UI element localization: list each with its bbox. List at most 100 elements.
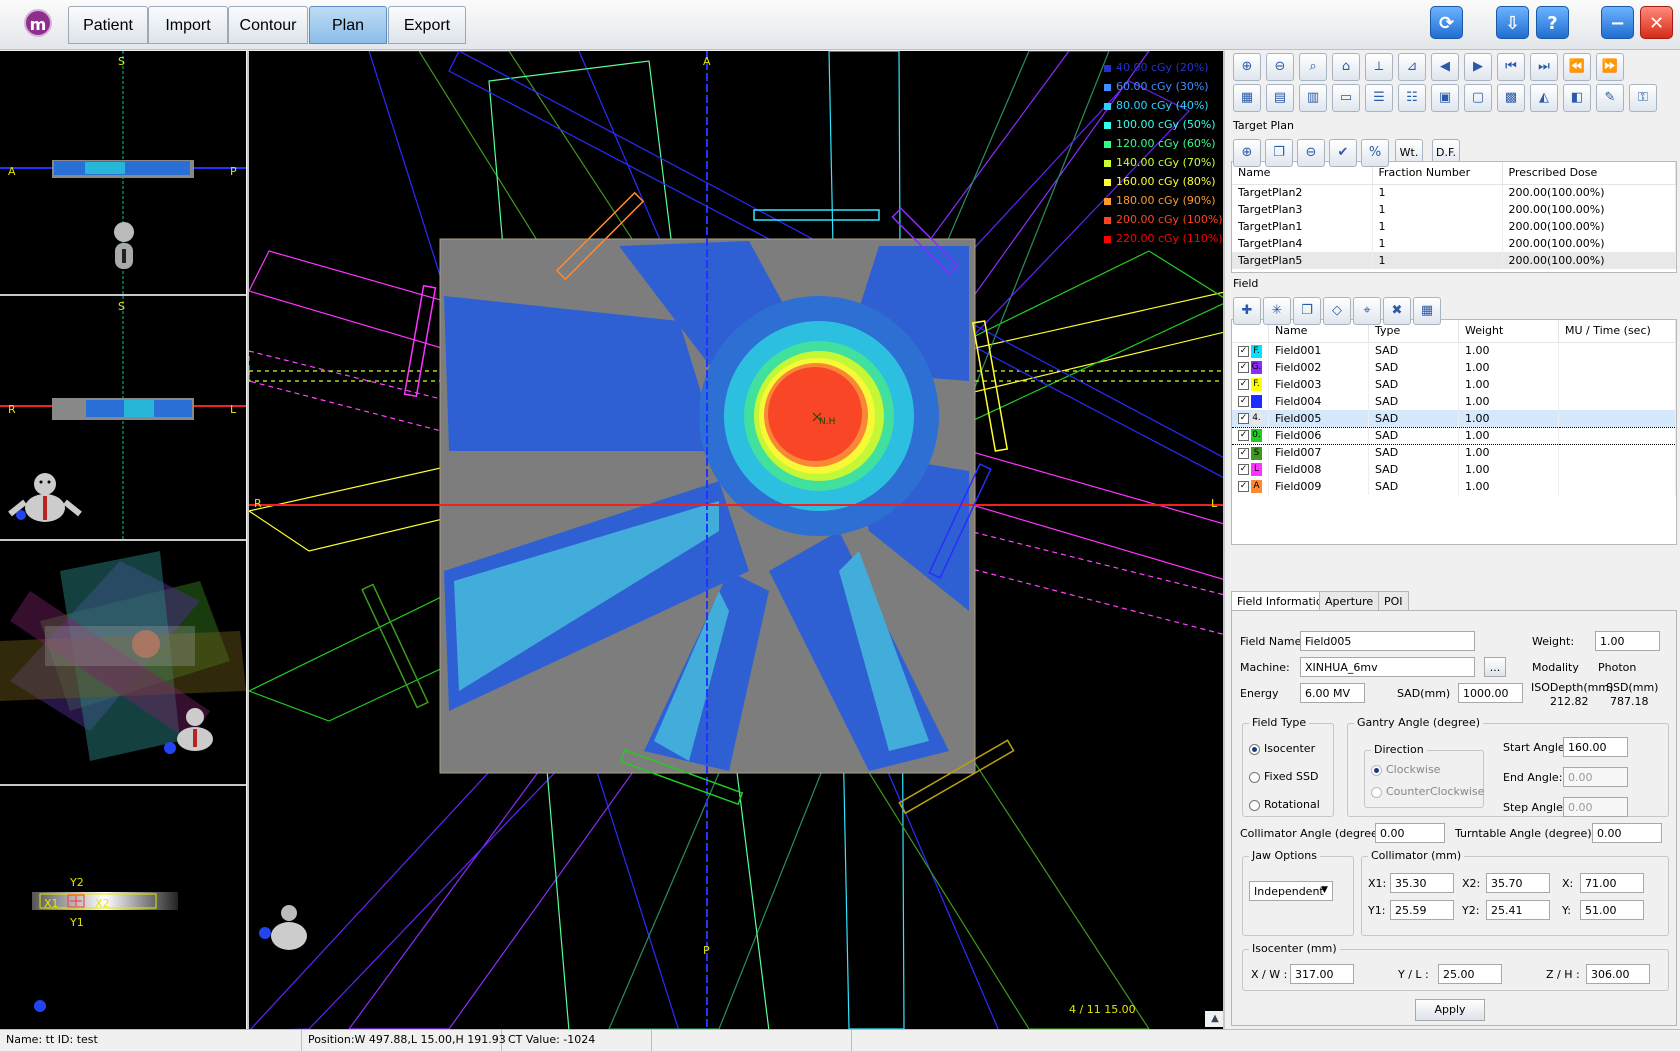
field-row[interactable]: ✓ L Field008 SAD 1.00 (1232, 461, 1676, 478)
table3-icon[interactable]: ▥ (1299, 84, 1327, 112)
machine-browse-button[interactable]: ... (1484, 657, 1506, 677)
start-angle-input[interactable]: 160.00 (1563, 737, 1628, 757)
y2-input[interactable]: 25.41 (1486, 900, 1550, 920)
drr-icon[interactable]: ▭ (1332, 84, 1360, 112)
direction-counterclockwise[interactable]: CounterClockwise (1371, 785, 1484, 798)
prev-icon[interactable]: ◀ (1431, 53, 1459, 81)
col-fraction[interactable]: Fraction Number (1372, 162, 1503, 185)
help-icon[interactable]: ? (1536, 6, 1569, 39)
field-row[interactable]: ✓ G. Field002 SAD 1.00 (1232, 359, 1676, 376)
table-row[interactable]: TargetPlan4 1 200.00(100.00%) (1232, 235, 1676, 252)
save-icon[interactable]: ▣ (1431, 84, 1459, 112)
chevron-down-icon[interactable]: ▼ (1321, 885, 1328, 895)
y1-input[interactable]: 25.59 (1390, 900, 1454, 920)
close-icon[interactable]: ✕ (1640, 6, 1673, 39)
col-mu-time[interactable]: MU / Time (sec) (1558, 320, 1676, 343)
last-icon[interactable]: ⏭ (1530, 53, 1558, 81)
field-checkbox[interactable]: ✓ (1238, 362, 1249, 374)
zh-input[interactable]: 306.00 (1586, 964, 1650, 984)
minimize-icon[interactable]: − (1601, 6, 1634, 39)
report-icon[interactable]: ☰ (1365, 84, 1393, 112)
forward-icon[interactable]: ⏩ (1596, 53, 1624, 81)
next-icon[interactable]: ▶ (1464, 53, 1492, 81)
report2-icon[interactable]: ☷ (1398, 84, 1426, 112)
chart-icon[interactable]: ⊿ (1398, 53, 1426, 81)
turntable-angle-input[interactable]: 0.00 (1592, 823, 1662, 843)
grid-icon[interactable]: ▩ (1497, 84, 1525, 112)
beams-eye-view[interactable]: Y2 Y1 X1 X2 (0, 786, 246, 1029)
field-checkbox[interactable]: ✓ (1238, 396, 1249, 408)
radio-counterclockwise[interactable] (1371, 786, 1382, 798)
sagittal-view[interactable]: S A P (0, 51, 246, 296)
field-row[interactable]: ✓ 0. Field006 SAD 1.00 (1232, 426, 1676, 445)
tab-contour[interactable]: Contour (228, 6, 308, 44)
field-shape-icon[interactable]: ⌖ (1353, 297, 1381, 325)
check-plan-icon[interactable]: ✔ (1329, 139, 1357, 167)
tab-plan[interactable]: Plan (309, 6, 387, 44)
field-type-fixed-ssd[interactable]: Fixed SSD (1249, 770, 1318, 783)
step-angle-input[interactable]: 0.00 (1563, 797, 1628, 817)
field-checkbox[interactable]: ✓ (1238, 430, 1249, 442)
add-plan-icon[interactable]: ⊕ (1233, 139, 1261, 167)
field-type-isocenter[interactable]: Isocenter (1249, 742, 1315, 755)
zoom-in-icon[interactable]: ⊕ (1233, 53, 1261, 81)
field-checkbox[interactable]: ✓ (1238, 464, 1249, 476)
field-checkbox[interactable]: ✓ (1238, 481, 1249, 493)
copy-plan-icon[interactable]: ❐ (1265, 139, 1293, 167)
xw-input[interactable]: 317.00 (1290, 964, 1354, 984)
radio-clockwise[interactable] (1371, 764, 1382, 776)
y-input[interactable]: 51.00 (1580, 900, 1644, 920)
weight-input[interactable]: 1.00 (1595, 631, 1660, 651)
3d-view[interactable] (0, 541, 246, 786)
field-checkbox[interactable]: ✓ (1238, 413, 1249, 424)
tab-export[interactable]: Export (388, 6, 466, 44)
field-checkbox[interactable]: ✓ (1238, 447, 1249, 459)
refresh-icon[interactable]: ⟳ (1430, 6, 1463, 39)
x1-input[interactable]: 35.30 (1390, 873, 1454, 893)
copy-field-icon[interactable]: ❐ (1293, 297, 1321, 325)
field-row[interactable]: ✓ S Field007 SAD 1.00 (1232, 444, 1676, 461)
tab-aperture[interactable]: Aperture (1319, 591, 1380, 611)
first-icon[interactable]: ⏮ (1497, 53, 1525, 81)
delete-field-icon[interactable]: ✖ (1383, 297, 1411, 325)
add-field-icon[interactable]: ✚ (1233, 297, 1261, 325)
zoom-out-icon[interactable]: ⊖ (1266, 53, 1294, 81)
energy-input[interactable]: 6.00 MV (1300, 683, 1365, 703)
arc-icon[interactable]: ◇ (1323, 297, 1351, 325)
sad-input[interactable]: 1000.00 (1458, 683, 1523, 703)
rewind-icon[interactable]: ⏪ (1563, 53, 1591, 81)
dvh-icon[interactable]: ◭ (1530, 84, 1558, 112)
coronal-view[interactable]: S R L (0, 296, 246, 541)
field-row[interactable]: ✓ Field004 SAD 1.00 (1232, 393, 1676, 410)
field-type-rotational[interactable]: Rotational (1249, 798, 1320, 811)
axial-dose-view[interactable]: A P R L N.H 4 / 11 15.00 40.00 cGy (20%)… (247, 51, 1225, 1029)
machine-input[interactable]: XINHUA_6mv (1300, 657, 1475, 677)
dose-scale-icon[interactable]: % (1361, 139, 1389, 167)
beam-star-icon[interactable]: ✳ (1263, 297, 1291, 325)
tab-import[interactable]: Import (148, 6, 228, 44)
home-view-icon[interactable]: ⌂ (1332, 53, 1360, 81)
radio-fixed-ssd[interactable] (1249, 771, 1260, 783)
table-row[interactable]: TargetPlan5 1 200.00(100.00%) (1232, 252, 1676, 269)
field-checkbox[interactable]: ✓ (1238, 379, 1249, 391)
delete-plan-icon[interactable]: ⊖ (1297, 139, 1325, 167)
measure-icon[interactable]: ⟂ (1365, 53, 1393, 81)
drr-field-icon[interactable]: ▦ (1413, 297, 1441, 325)
tab-patient[interactable]: Patient (68, 6, 148, 44)
col-prescribed-dose[interactable]: Prescribed Dose (1502, 162, 1676, 185)
download-icon[interactable]: ⇩ (1496, 6, 1529, 39)
field-row[interactable]: ✓ F. Field003 SAD 1.00 (1232, 376, 1676, 393)
table-icon[interactable]: ▦ (1233, 84, 1261, 112)
table-row[interactable]: TargetPlan2 1 200.00(100.00%) (1232, 184, 1676, 201)
pen-icon[interactable]: ✎ (1596, 84, 1624, 112)
end-angle-input[interactable]: 0.00 (1563, 767, 1628, 787)
table2-icon[interactable]: ▤ (1266, 84, 1294, 112)
collimator-angle-input[interactable]: 0.00 (1375, 823, 1445, 843)
x-input[interactable]: 71.00 (1580, 873, 1644, 893)
radio-rotational[interactable] (1249, 799, 1260, 811)
tab-poi[interactable]: POI (1378, 591, 1409, 611)
field-name-input[interactable]: Field005 (1300, 631, 1475, 651)
field-row[interactable]: ✓ 4. Field005 SAD 1.00 (1232, 410, 1676, 427)
apply-button[interactable]: Apply (1415, 999, 1485, 1021)
yl-input[interactable]: 25.00 (1438, 964, 1502, 984)
